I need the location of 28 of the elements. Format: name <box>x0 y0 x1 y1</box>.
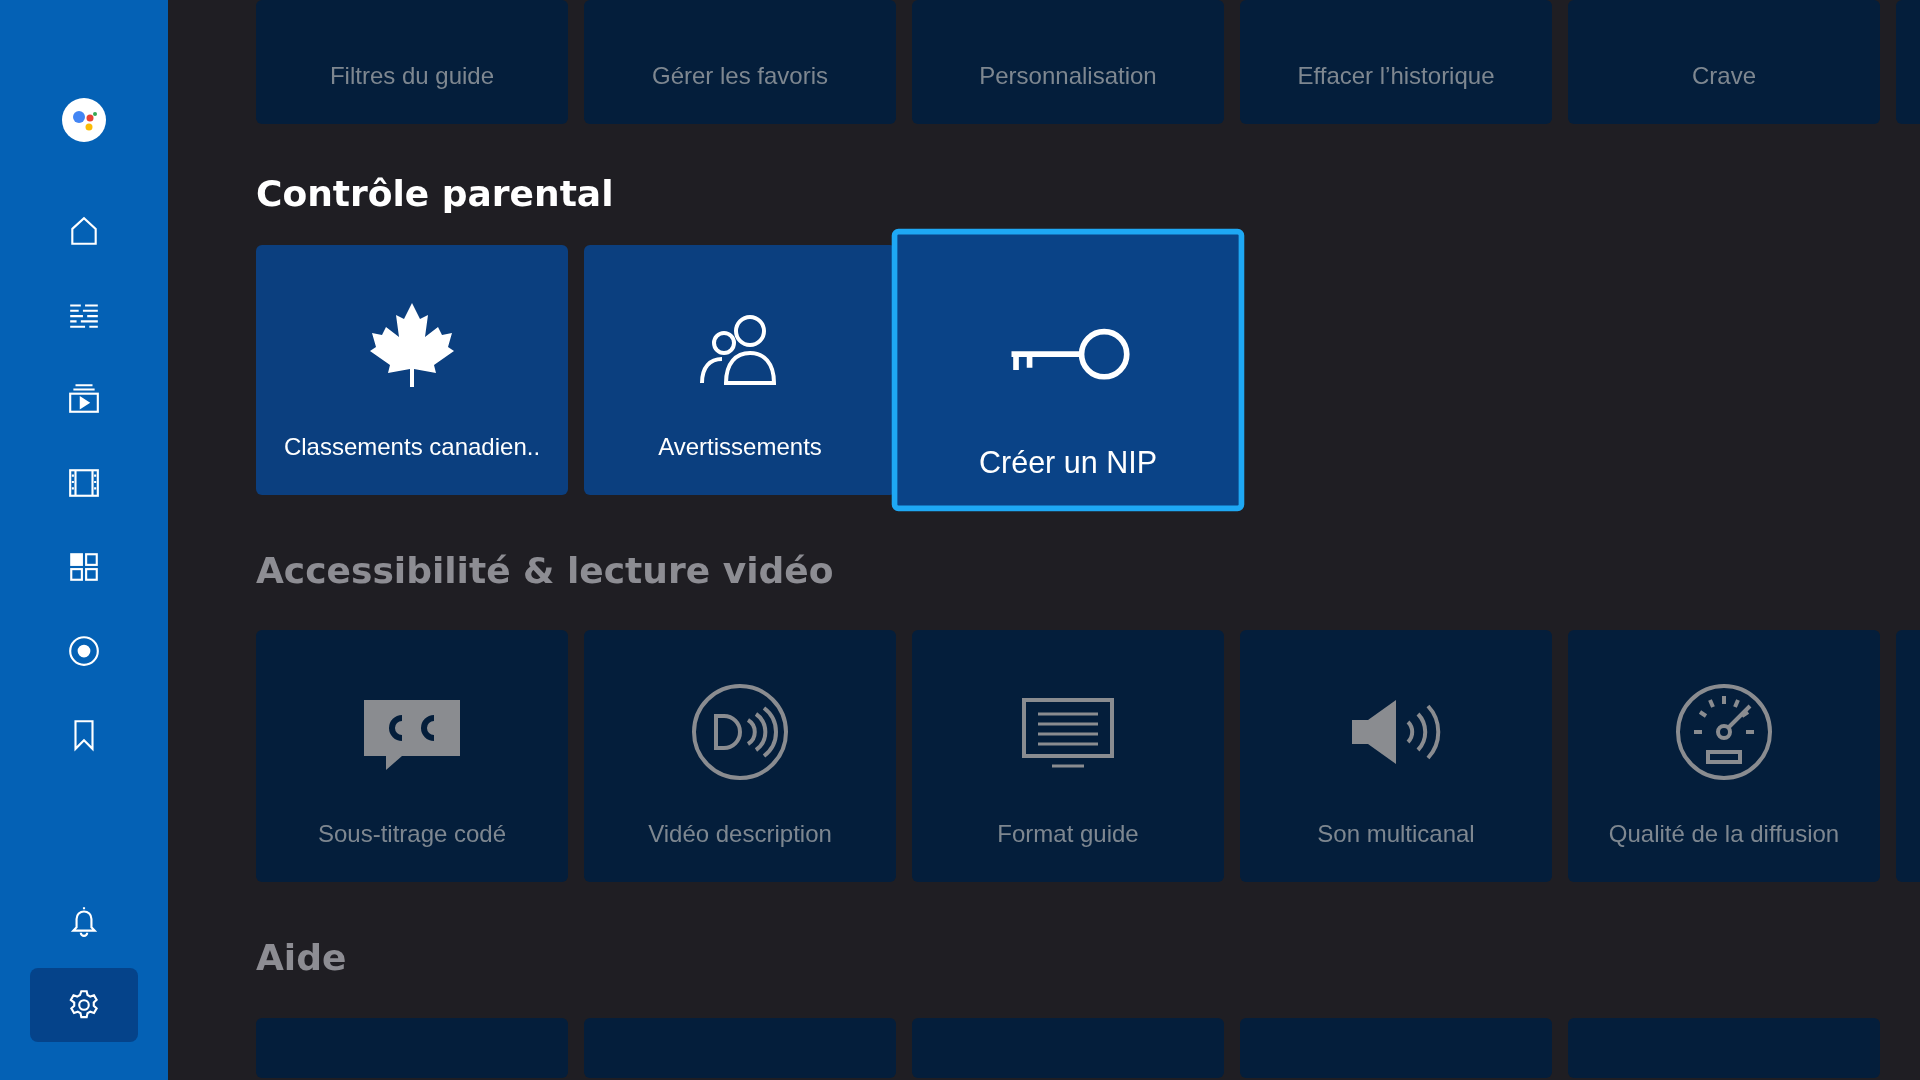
settings-tile[interactable]: Qualité de la diffusion <box>1568 630 1880 883</box>
speedometer-icon <box>1674 682 1774 783</box>
tv-icon <box>67 382 101 416</box>
settings-tile[interactable]: Effacer l’historique <box>1240 0 1552 124</box>
nav-button[interactable] <box>30 968 138 1042</box>
settings-tile[interactable] <box>1568 1017 1880 1078</box>
settings-tile[interactable] <box>1240 1017 1552 1078</box>
settings-tile[interactable] <box>584 1017 896 1078</box>
section-heading: Contrôle parental <box>256 172 615 216</box>
settings-tile[interactable]: Crave <box>1568 0 1880 124</box>
settings-tile[interactable] <box>256 1017 568 1078</box>
settings-tile[interactable]: Classements canadien.. <box>256 245 568 496</box>
settings-tile[interactable]: Sous-titrage codé <box>256 630 568 883</box>
assistant-icon[interactable] <box>62 98 106 142</box>
settings-tile[interactable]: Gérer les favoris <box>584 0 896 124</box>
section-heading: Aide <box>256 936 348 980</box>
apps-icon <box>67 550 101 584</box>
section-heading: Accessibilité & lecture vidéo <box>256 549 835 593</box>
settings-tile[interactable]: Vidéo description <box>584 630 896 883</box>
audio-description-icon <box>690 682 790 783</box>
film-icon <box>67 466 101 500</box>
settings-tile[interactable]: Format guide <box>912 630 1224 883</box>
settings-tile[interactable]: Son multicanal <box>1240 630 1552 883</box>
settings-tile[interactable]: Personnalisation <box>912 0 1224 124</box>
record-icon <box>67 634 101 668</box>
settings-tile[interactable]: Créer un NIP <box>891 228 1245 512</box>
settings-tile[interactable] <box>912 1017 1224 1078</box>
settings-tile[interactable]: Filtres du guide <box>256 0 568 124</box>
